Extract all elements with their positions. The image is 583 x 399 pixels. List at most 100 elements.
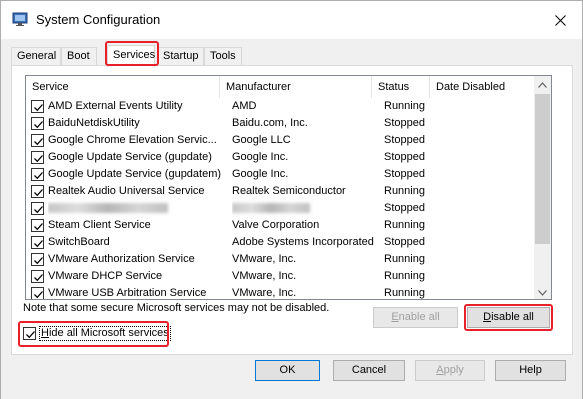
service-status: Stopped: [384, 151, 425, 163]
service-checkbox[interactable]: [31, 151, 44, 164]
msconfig-icon: [12, 11, 28, 27]
table-row[interactable]: BaiduNetdiskUtility Baidu.com, Inc. Stoppe…: [26, 115, 546, 132]
service-checkbox[interactable]: [31, 168, 44, 181]
column-status[interactable]: Status: [372, 76, 430, 98]
checkmark-icon: [34, 240, 43, 248]
secure-services-note: Note that some secure Microsoft services…: [23, 302, 330, 314]
tab-boot[interactable]: Boot: [61, 47, 97, 66]
service-checkbox[interactable]: [31, 117, 44, 130]
service-name: VMware DHCP Service: [48, 270, 163, 282]
list-header: Service Manufacturer Status Date Disable…: [26, 76, 546, 98]
window-title: System Configuration: [36, 12, 161, 27]
table-row[interactable]: Stopped: [26, 200, 546, 217]
service-status: Stopped: [384, 236, 425, 248]
service-name-redacted: [48, 200, 224, 217]
enable-all-button[interactable]: Enable all: [373, 307, 458, 328]
table-row[interactable]: VMware Authorization Service VMware, Inc.…: [26, 251, 546, 268]
service-checkbox[interactable]: [31, 202, 44, 215]
checkmark-icon: [34, 172, 43, 180]
service-manufacturer: Adobe Systems Incorporated: [232, 236, 374, 248]
service-name: VMware USB Arbitration Service: [48, 287, 207, 299]
table-row[interactable]: VMware DHCP Service VMware, Inc. Running: [26, 268, 546, 285]
checkmark-icon: [34, 155, 43, 163]
service-name: BaiduNetdiskUtility: [48, 117, 140, 129]
checkmark-icon: [34, 121, 43, 129]
service-name: Google Chrome Elevation Servic...: [48, 134, 217, 146]
system-configuration-window: System Configuration General Boot Servic…: [0, 0, 583, 399]
ok-button[interactable]: OK: [255, 360, 320, 381]
service-status: Stopped: [384, 117, 425, 129]
apply-button[interactable]: Apply: [415, 360, 485, 381]
service-checkbox[interactable]: [31, 236, 44, 249]
tab-services[interactable]: Services: [107, 45, 155, 67]
service-manufacturer: VMware, Inc.: [232, 270, 297, 282]
scroll-down-button[interactable]: [534, 284, 551, 299]
service-name: VMware Authorization Service: [48, 253, 195, 265]
tab-startup[interactable]: Startup: [157, 47, 204, 66]
table-row[interactable]: Google Update Service (gupdatem) Google I…: [26, 166, 546, 183]
table-row[interactable]: AMD External Events Utility AMD Running: [26, 98, 546, 115]
help-button[interactable]: Help: [495, 360, 566, 381]
service-name: Google Update Service (gupdatem): [48, 168, 222, 180]
service-name: SwitchBoard: [48, 236, 110, 248]
checkmark-icon: [34, 138, 43, 146]
service-checkbox[interactable]: [31, 185, 44, 198]
column-date-disabled[interactable]: Date Disabled: [430, 76, 536, 98]
services-list[interactable]: Service Manufacturer Status Date Disable…: [25, 75, 552, 300]
chevron-up-icon: [538, 81, 547, 88]
service-status: Running: [384, 253, 425, 265]
checkmark-icon: [34, 104, 43, 112]
vertical-scrollbar[interactable]: [534, 76, 551, 299]
service-checkbox[interactable]: [31, 253, 44, 266]
service-checkbox[interactable]: [31, 287, 44, 299]
service-checkbox[interactable]: [31, 270, 44, 283]
service-checkbox[interactable]: [31, 219, 44, 232]
table-row[interactable]: Google Chrome Elevation Servic... Google …: [26, 132, 546, 149]
service-manufacturer: Valve Corporation: [232, 219, 320, 231]
service-name: Steam Client Service: [48, 219, 151, 231]
scroll-up-button[interactable]: [534, 76, 551, 93]
table-row[interactable]: Steam Client Service Valve Corporation Run…: [26, 217, 546, 234]
service-manufacturer: VMware, Inc.: [232, 253, 297, 265]
service-status: Running: [384, 287, 425, 299]
service-manufacturer: Google Inc.: [232, 151, 289, 163]
service-checkbox[interactable]: [31, 100, 44, 113]
service-status: Running: [384, 270, 425, 282]
service-rows: AMD External Events Utility AMD Running Bai…: [26, 98, 546, 299]
chevron-down-icon: [538, 289, 547, 296]
service-checkbox[interactable]: [31, 134, 44, 147]
service-manufacturer: Baidu.com, Inc.: [232, 117, 308, 129]
hide-microsoft-label: Hide all Microsoft services: [39, 325, 171, 341]
service-name: AMD External Events Utility: [48, 100, 183, 112]
table-row[interactable]: Realtek Audio Universal Service Realtek S…: [26, 183, 546, 200]
column-manufacturer[interactable]: Manufacturer: [220, 76, 372, 98]
title-bar: System Configuration: [1, 1, 582, 39]
checkmark-icon: [34, 291, 43, 299]
tab-general[interactable]: General: [11, 47, 61, 66]
checkmark-icon: [34, 206, 43, 214]
service-manufacturer: Google LLC: [232, 134, 291, 146]
checkmark-icon: [26, 330, 35, 338]
service-manufacturer: VMware, Inc.: [232, 287, 297, 299]
close-button[interactable]: [544, 7, 576, 33]
checkmark-icon: [34, 189, 43, 197]
service-status: Running: [384, 100, 425, 112]
table-row[interactable]: Google Update Service (gupdate) Google In…: [26, 149, 546, 166]
checkmark-icon: [34, 223, 43, 231]
table-row[interactable]: SwitchBoard Adobe Systems Incorporated Sto…: [26, 234, 546, 251]
cancel-button[interactable]: Cancel: [333, 360, 405, 381]
service-status: Running: [384, 219, 425, 231]
manufacturer-redacted: [232, 200, 382, 217]
disable-all-button[interactable]: Disable all: [467, 307, 550, 328]
checkmark-icon: [34, 274, 43, 282]
service-manufacturer: AMD: [232, 100, 257, 112]
service-name: Realtek Audio Universal Service: [48, 185, 205, 197]
checkbox[interactable]: [23, 326, 36, 340]
scroll-thumb[interactable]: [535, 94, 550, 244]
tab-tools[interactable]: Tools: [204, 47, 242, 66]
column-service[interactable]: Service: [26, 76, 220, 98]
table-row[interactable]: VMware USB Arbitration Service VMware, In…: [26, 285, 546, 299]
hide-microsoft-services-checkbox[interactable]: Hide all Microsoft services: [23, 323, 171, 343]
service-status: Stopped: [384, 202, 425, 214]
checkmark-icon: [34, 257, 43, 265]
